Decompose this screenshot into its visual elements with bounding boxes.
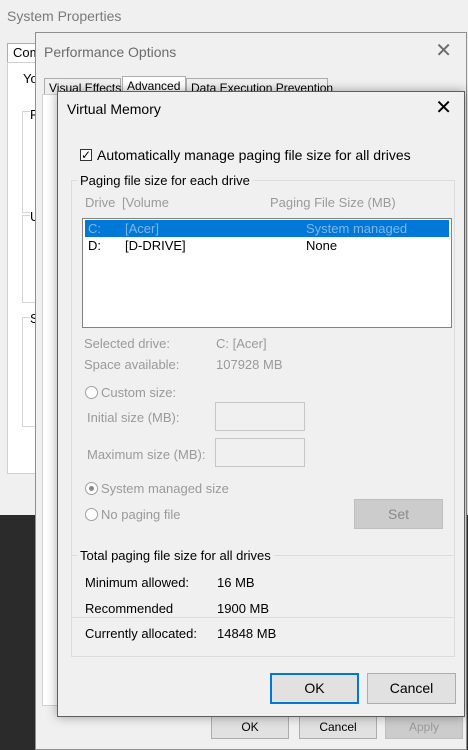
system-properties-title: System Properties [7, 8, 122, 24]
initial-size-label: Initial size (MB): [87, 410, 180, 425]
close-icon[interactable]: ✕ [435, 96, 452, 120]
recommended-label: Recommended [85, 601, 174, 616]
close-icon[interactable]: ✕ [435, 39, 452, 63]
space-available-label: Space available: [84, 357, 180, 372]
column-header-size: Paging File Size (MB) [270, 195, 396, 210]
drive-paging-size: None [306, 238, 338, 253]
column-header-volume: [Volume [122, 195, 169, 210]
set-button[interactable]: Set [354, 499, 443, 529]
performance-options-title: Performance Options [44, 44, 177, 60]
drive-letter: D: [88, 238, 101, 253]
custom-size-radio[interactable] [85, 386, 98, 399]
total-group-label: Total paging file size for all drives [77, 548, 274, 563]
drive-paging-size: System managed [306, 221, 408, 236]
maximum-size-label: Maximum size (MB): [87, 447, 206, 462]
initial-size-input[interactable] [215, 402, 305, 431]
drive-list[interactable]: C: [Acer] System managed D: [D-DRIVE] No… [82, 218, 452, 328]
currently-allocated-label: Currently allocated: [85, 626, 197, 641]
auto-manage-label[interactable]: Automatically manage paging file size fo… [97, 147, 411, 163]
virtual-memory-title: Virtual Memory [67, 101, 161, 117]
currently-allocated-value: 14848 MB [217, 626, 277, 641]
apply-button[interactable]: Apply [385, 716, 463, 739]
ok-button[interactable]: OK [270, 673, 359, 704]
drive-letter: C: [88, 221, 101, 236]
no-paging-label[interactable]: No paging file [101, 507, 181, 522]
drive-volume: [Acer] [125, 221, 159, 236]
auto-manage-checkbox[interactable]: ✓ [80, 149, 92, 161]
ok-button[interactable]: OK [211, 716, 289, 739]
paging-group-label: Paging file size for each drive [77, 173, 253, 188]
selected-drive-value: C: [Acer] [216, 336, 267, 351]
no-paging-radio[interactable] [85, 508, 98, 521]
minimum-allowed-value: 16 MB [217, 575, 255, 590]
recommended-value: 1900 MB [217, 601, 270, 616]
cancel-button[interactable]: Cancel [367, 673, 456, 704]
virtual-memory-dialog: Virtual Memory ✕ ✓ Automatically manage … [57, 91, 465, 717]
selected-drive-label: Selected drive: [84, 336, 170, 351]
system-managed-label[interactable]: System managed size [101, 481, 229, 496]
space-available-value: 107928 MB [216, 357, 283, 372]
list-item[interactable]: D: [D-DRIVE] None [85, 237, 449, 254]
maximum-size-input[interactable] [215, 438, 305, 467]
system-managed-radio[interactable] [85, 482, 98, 495]
drive-volume: [D-DRIVE] [125, 238, 186, 253]
column-header-drive: Drive [85, 195, 116, 210]
list-item[interactable]: C: [Acer] System managed [85, 220, 449, 237]
cancel-button[interactable]: Cancel [299, 716, 377, 739]
minimum-allowed-label: Minimum allowed: [85, 575, 190, 590]
custom-size-label[interactable]: Custom size: [101, 385, 176, 400]
